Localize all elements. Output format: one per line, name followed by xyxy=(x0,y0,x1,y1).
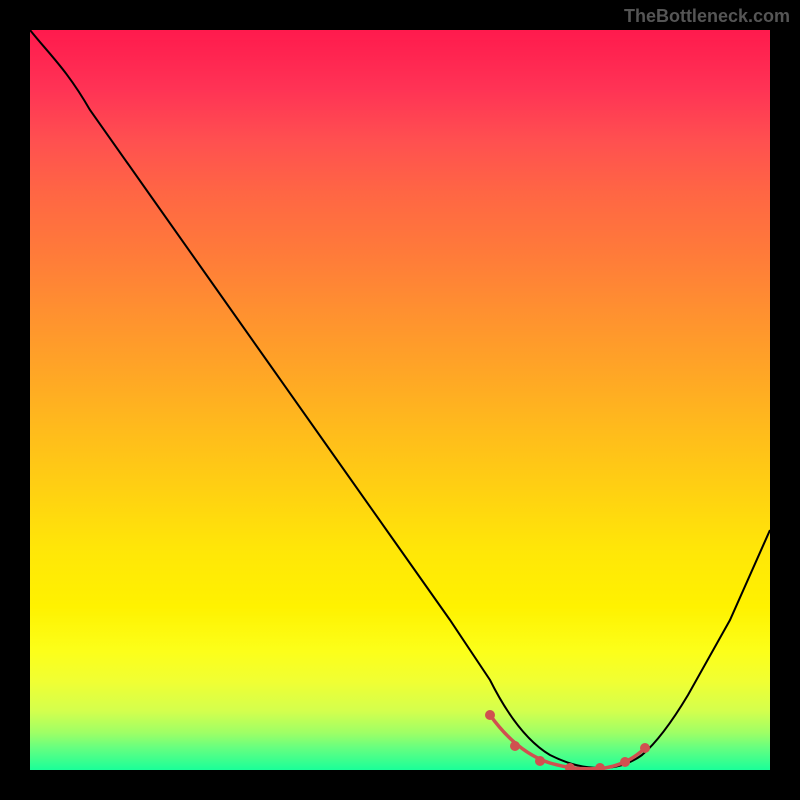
optimal-marker-dot xyxy=(595,763,605,770)
watermark-text: TheBottleneck.com xyxy=(624,6,790,27)
optimal-marker-dot xyxy=(620,757,630,767)
optimal-marker-dot xyxy=(535,756,545,766)
optimal-marker-dot xyxy=(640,743,650,753)
chart-area xyxy=(30,30,770,770)
bottleneck-curve xyxy=(30,30,770,768)
optimal-marker-dot xyxy=(510,741,520,751)
optimal-marker-dot xyxy=(485,710,495,720)
chart-svg xyxy=(30,30,770,770)
